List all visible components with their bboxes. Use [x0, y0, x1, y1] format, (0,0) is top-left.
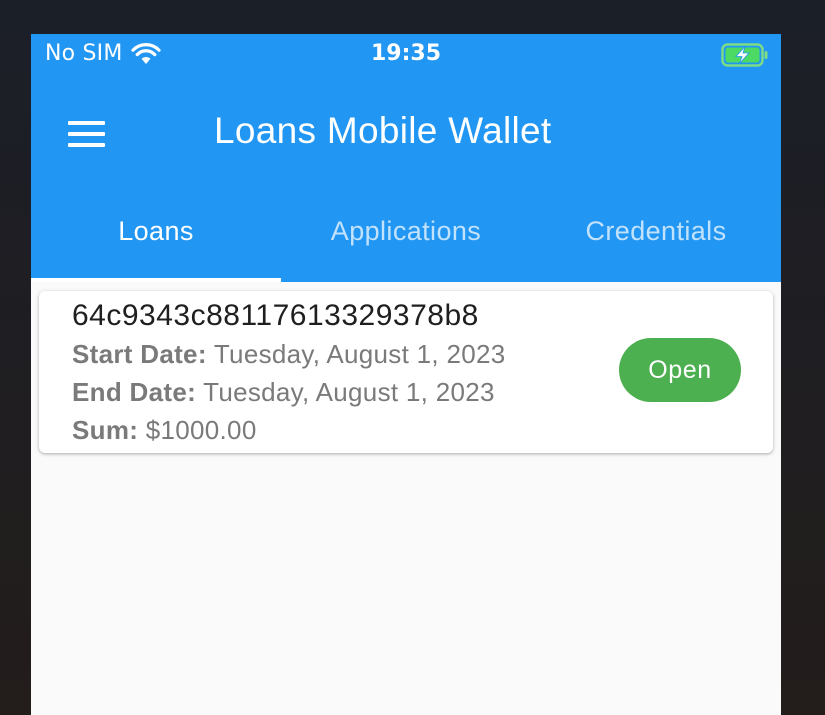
status-time: 19:35 — [370, 41, 442, 66]
tab-label: Loans — [118, 216, 194, 246]
start-date-value: Tuesday, August 1, 2023 — [213, 339, 506, 369]
loan-start-date: Start Date: Tuesday, August 1, 2023 — [72, 339, 506, 370]
loan-sum: Sum: $1000.00 — [72, 415, 257, 446]
battery-charging-icon — [721, 43, 768, 67]
page-title: Loans Mobile Wallet — [214, 110, 552, 151]
app-bar: No SIM 19:35 Loans Mobile Wallet Loans A… — [31, 34, 781, 282]
status-badge: Open — [619, 338, 741, 402]
phone-screen: No SIM 19:35 Loans Mobile Wallet Loans A… — [31, 34, 781, 715]
status-bar: No SIM 19:35 — [31, 34, 781, 76]
active-tab-indicator — [31, 278, 281, 282]
end-date-label: End Date: — [72, 377, 197, 407]
tab-applications[interactable]: Applications — [281, 196, 531, 282]
loan-id: 64c9343c88117613329378b8 — [72, 299, 479, 332]
hamburger-menu-icon[interactable] — [59, 106, 115, 162]
tab-label: Applications — [330, 216, 482, 246]
start-date-label: Start Date: — [72, 339, 207, 369]
tab-bar: Loans Applications Credentials — [31, 196, 781, 282]
sum-label: Sum: — [72, 415, 139, 445]
end-date-value: Tuesday, August 1, 2023 — [203, 377, 495, 407]
sum-value: $1000.00 — [145, 415, 257, 445]
loan-end-date: End Date: Tuesday, August 1, 2023 — [72, 377, 495, 408]
tab-credentials[interactable]: Credentials — [531, 196, 781, 282]
tab-label: Credentials — [585, 216, 727, 246]
loan-card[interactable]: 64c9343c88117613329378b8 Start Date: Tue… — [39, 291, 773, 453]
tab-loans[interactable]: Loans — [31, 196, 281, 282]
toolbar: Loans Mobile Wallet — [31, 76, 781, 186]
